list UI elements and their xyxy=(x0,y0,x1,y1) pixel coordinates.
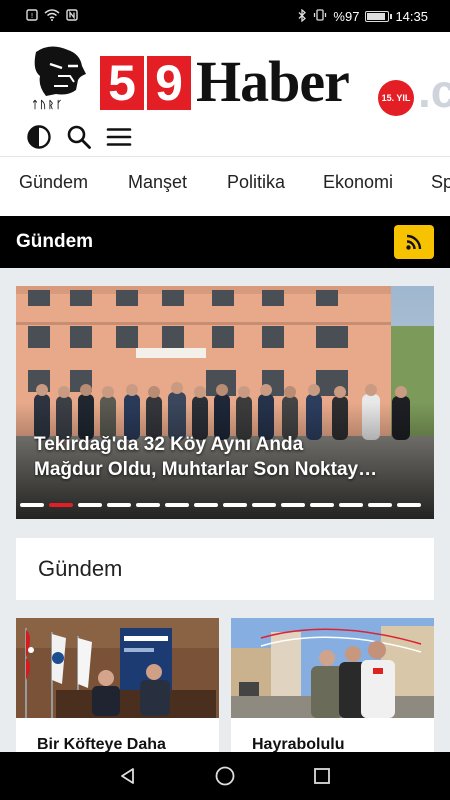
contrast-icon xyxy=(27,125,51,149)
vibrate-icon xyxy=(313,9,327,23)
rss-button[interactable] xyxy=(394,225,434,259)
status-bar: ! %97 14:35 xyxy=(0,0,450,32)
ataturk-portrait-icon xyxy=(34,46,86,96)
gundem-section-title: Gündem xyxy=(38,556,123,581)
status-right: %97 14:35 xyxy=(298,8,428,24)
logo-anniversary-badge: 15. YIL xyxy=(378,80,414,116)
hamburger-menu-icon xyxy=(106,128,132,146)
battery-icon xyxy=(365,10,393,22)
recents-button[interactable] xyxy=(307,761,337,791)
sim-icon: ! xyxy=(26,9,38,23)
logo-digit-5: 5 xyxy=(100,56,144,110)
search-button[interactable] xyxy=(66,124,92,150)
logo-subtext: ᛏᚢᚱᚴ xyxy=(32,100,64,111)
slider-dot[interactable] xyxy=(49,503,73,507)
slider-dot[interactable] xyxy=(339,503,363,507)
nav-item-gundem[interactable]: Gündem xyxy=(19,157,88,216)
nav-item-ekonomi[interactable]: Ekonomi xyxy=(323,157,393,216)
slider-dot[interactable] xyxy=(78,503,102,507)
headline-caption-line-1: Tekirdağ'da 32 Köy Aynı Anda xyxy=(34,434,304,455)
back-button[interactable] xyxy=(113,761,143,791)
wifi-icon xyxy=(44,9,60,23)
slider-dot[interactable] xyxy=(194,503,218,507)
svg-text:!: ! xyxy=(31,12,34,20)
site-logo[interactable]: ᛏᚢᚱᚴ 5 9 Haber 15. YIL .co xyxy=(24,44,450,117)
search-icon xyxy=(67,125,91,149)
slider-dot[interactable] xyxy=(368,503,392,507)
back-triangle-icon xyxy=(121,768,135,784)
recents-square-icon xyxy=(313,768,330,784)
nav-item-politika[interactable]: Politika xyxy=(227,157,285,216)
news-card-image xyxy=(16,618,219,718)
slider-dot[interactable] xyxy=(223,503,247,507)
rss-icon xyxy=(406,234,422,250)
nav-item-manset[interactable]: Manşet xyxy=(128,157,187,216)
section-title: Gündem xyxy=(16,231,94,252)
news-card[interactable]: Hayrabolulu xyxy=(231,618,434,758)
slider-dot[interactable] xyxy=(310,503,334,507)
slider-dot[interactable] xyxy=(136,503,160,507)
slider-dot[interactable] xyxy=(252,503,276,507)
news-card-image xyxy=(231,618,434,718)
headline-slider[interactable]: Tekirdağ'da 32 Köy Aynı Anda Mağdur Oldu… xyxy=(16,286,434,519)
bluetooth-icon xyxy=(298,8,307,24)
headline-photo xyxy=(16,286,434,519)
clock: 14:35 xyxy=(395,8,428,24)
logo-domain-suffix: .co xyxy=(418,65,450,117)
slider-dot[interactable] xyxy=(397,503,421,507)
app-screen: ! %97 14:35 ᛏᚢᚱᚴ 5 9 Haber 15. YIL .c Gü… xyxy=(0,0,450,800)
header-tools xyxy=(26,124,132,150)
news-card[interactable]: Bir Köfteye Daha xyxy=(16,618,219,758)
slider-pagination xyxy=(20,503,421,507)
home-button[interactable] xyxy=(210,761,240,791)
section-header: Gündem xyxy=(0,216,450,268)
slider-dot[interactable] xyxy=(165,503,189,507)
site-header: ᛏᚢᚱᚴ 5 9 Haber 15. YIL .co xyxy=(0,32,450,156)
gundem-section-card: Gündem xyxy=(16,538,434,600)
menu-button[interactable] xyxy=(106,124,132,150)
headline-caption-line-2: Mağdur Oldu, Muhtarlar Son Noktay… xyxy=(34,459,378,480)
nav-item-spor[interactable]: Sp xyxy=(431,157,450,216)
status-left: ! xyxy=(26,9,78,23)
category-nav: Gündem Manşet Politika Ekonomi Sp xyxy=(0,156,450,216)
logo-word: Haber xyxy=(196,49,350,114)
nfc-icon xyxy=(66,9,78,23)
home-circle-icon xyxy=(215,766,235,786)
slider-dot[interactable] xyxy=(107,503,131,507)
headline-caption[interactable]: Tekirdağ'da 32 Köy Aynı Anda Mağdur Oldu… xyxy=(34,432,424,482)
theme-toggle-button[interactable] xyxy=(26,124,52,150)
logo-digit-9: 9 xyxy=(147,56,191,110)
logo-number: 5 9 xyxy=(100,56,191,110)
battery-percent: %97 xyxy=(333,8,360,24)
slider-dot[interactable] xyxy=(20,503,44,507)
slider-dot[interactable] xyxy=(281,503,305,507)
system-navigation-bar xyxy=(0,752,450,800)
